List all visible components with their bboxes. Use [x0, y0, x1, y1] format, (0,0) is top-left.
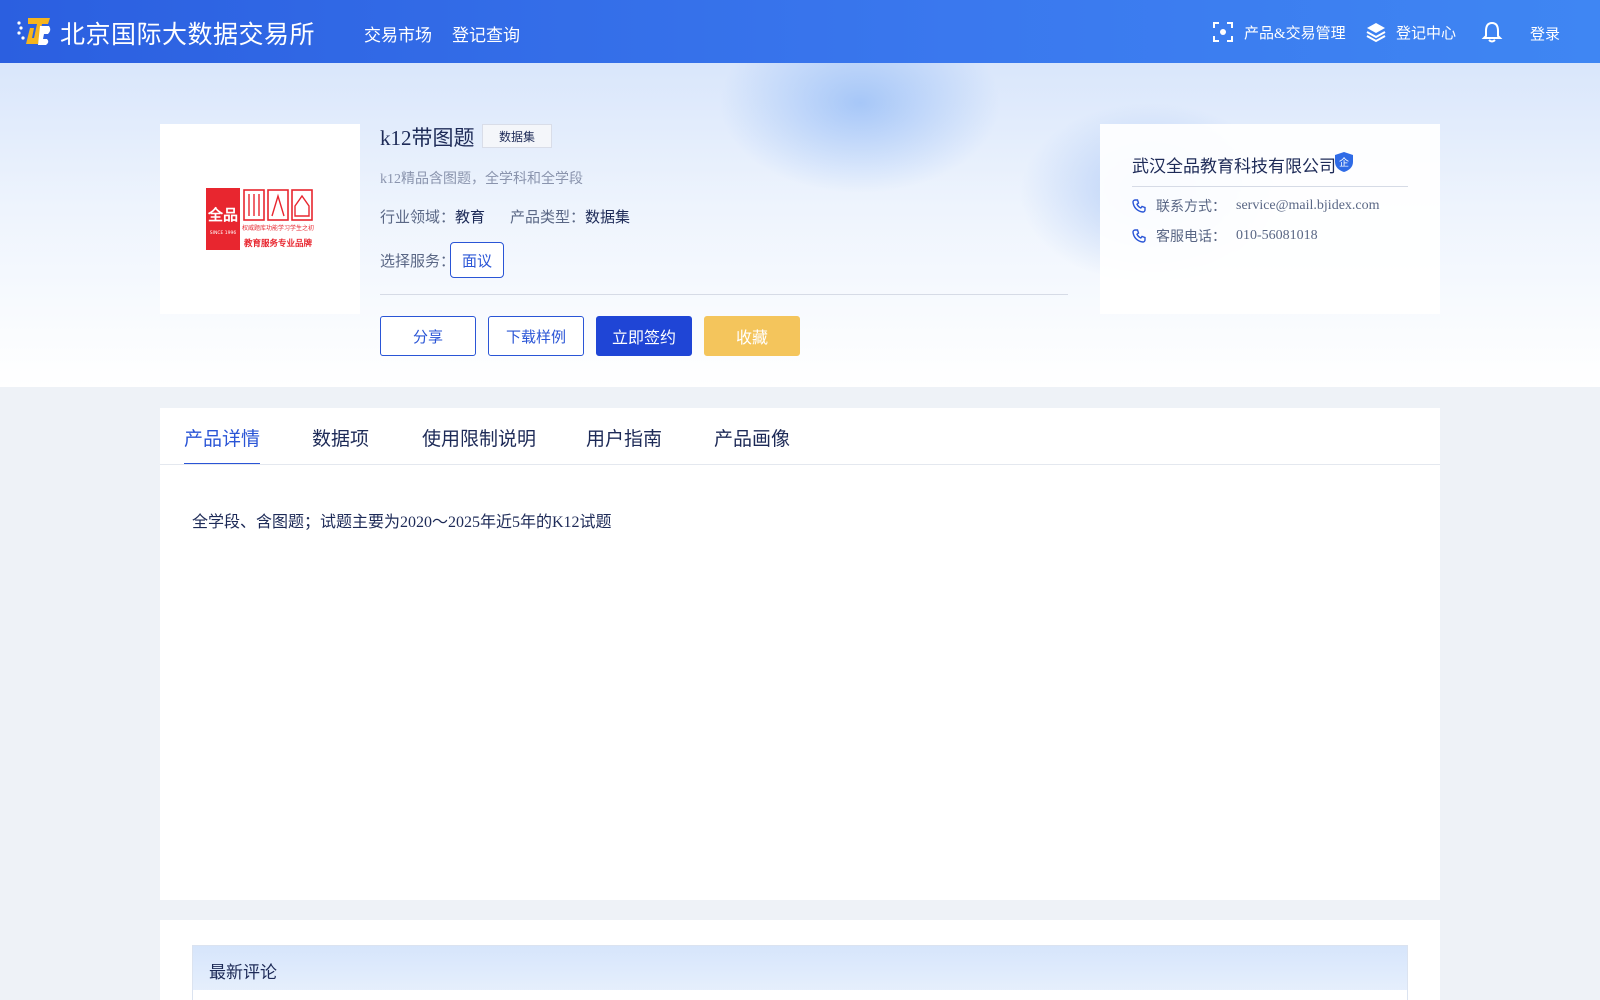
contact-label: 联系方式： — [1156, 200, 1226, 215]
sign-now-button[interactable]: 立即签约 — [596, 316, 692, 356]
industry-value: 教育 — [455, 210, 486, 226]
contact-email-row: 联系方式： service@mail.bjidex.com — [1132, 196, 1380, 216]
comments-body — [193, 990, 1407, 1000]
layers-icon — [1366, 23, 1386, 43]
product-title: k12带图题 — [380, 126, 475, 150]
register-center-label: 登记中心 — [1396, 25, 1457, 42]
phone-value: 010-56081018 — [1236, 228, 1318, 243]
product-type-field: 产品类型：数据集 — [510, 206, 630, 227]
phone-icon — [1132, 199, 1146, 213]
nav-trading-market[interactable]: 交易市场 — [364, 21, 432, 46]
svg-text:企: 企 — [1339, 156, 1349, 169]
company-info-card: 武汉全品教育科技有限公司 企 联系方式： service@mail.bjidex… — [1100, 124, 1440, 314]
product-detail-text: 全学段、含图题；试题主要为2020～2025年近5年的K12试题 — [192, 514, 612, 531]
tab-data-items[interactable]: 数据项 — [312, 424, 369, 465]
service-option-negotiable[interactable]: 面议 — [450, 242, 504, 278]
scan-focus-icon — [1213, 22, 1233, 42]
svg-text:功能学习: 功能学习 — [266, 224, 290, 232]
site-brand-name[interactable]: 北京国际大数据交易所 — [60, 15, 315, 51]
industry-field: 行业领域：教育 — [380, 206, 485, 227]
bjidex-logo-icon[interactable] — [16, 14, 52, 48]
product-type-label: 产品类型： — [510, 210, 586, 226]
nav-registration-query[interactable]: 登记查询 — [452, 21, 520, 46]
notification-bell-icon[interactable] — [1481, 20, 1503, 44]
download-sample-button[interactable]: 下载样例 — [488, 316, 584, 356]
svg-text:权威题库: 权威题库 — [242, 224, 266, 232]
product-logo-card: 全品 SINCE 1996 权威题库 功能学习 学生之初 教育服务专业品牌 — [160, 124, 360, 314]
product-detail-panel: 产品详情 数据项 使用限制说明 用户指南 产品画像 全学段、含图题；试题主要为2… — [160, 408, 1440, 900]
service-select-label: 选择服务： — [380, 254, 456, 270]
product-logo-image: 全品 SINCE 1996 权威题库 功能学习 学生之初 教育服务专业品牌 — [206, 188, 314, 250]
share-button[interactable]: 分享 — [380, 316, 476, 356]
tab-product-profile[interactable]: 产品画像 — [714, 424, 790, 465]
company-card-divider — [1132, 186, 1408, 187]
enterprise-verified-badge-icon: 企 — [1335, 152, 1353, 172]
comments-section: 最新评论 — [160, 920, 1440, 1000]
contact-email-value[interactable]: service@mail.bjidex.com — [1236, 198, 1380, 214]
product-subtitle: k12精品含图题，全学科和全学段 — [380, 172, 583, 187]
comments-title: 最新评论 — [209, 963, 277, 982]
product-type-tag: 数据集 — [482, 124, 552, 148]
service-phone-row: 客服电话： 010-56081018 — [1132, 226, 1318, 246]
phone-icon — [1132, 229, 1146, 243]
svg-text:全品: 全品 — [207, 206, 238, 224]
tabs-divider — [160, 464, 1440, 465]
svg-text:教育服务专业品牌: 教育服务专业品牌 — [243, 238, 313, 249]
login-link[interactable]: 登录 — [1530, 23, 1560, 44]
industry-label: 行业领域： — [380, 210, 456, 226]
svg-text:SINCE 1996: SINCE 1996 — [210, 230, 237, 236]
phone-label: 客服电话： — [1156, 230, 1226, 245]
hero-divider — [380, 294, 1068, 295]
register-center-link[interactable]: 登记中心 — [1366, 21, 1456, 43]
product-trade-management-label: 产品&交易管理 — [1244, 25, 1346, 42]
company-name[interactable]: 武汉全品教育科技有限公司 — [1132, 152, 1336, 177]
svg-text:学生之初: 学生之初 — [290, 224, 314, 232]
product-trade-management-link[interactable]: 产品&交易管理 — [1212, 21, 1346, 43]
tab-user-guide[interactable]: 用户指南 — [586, 424, 662, 465]
comments-header: 最新评论 — [192, 945, 1408, 1000]
product-type-value: 数据集 — [585, 210, 631, 226]
tab-usage-restrictions[interactable]: 使用限制说明 — [422, 424, 536, 465]
top-navigation-bar: 北京国际大数据交易所 交易市场 登记查询 产品&交易管理 登记中心 登录 — [0, 0, 1600, 63]
tab-product-details[interactable]: 产品详情 — [184, 424, 261, 465]
favorite-button[interactable]: 收藏 — [704, 316, 800, 356]
